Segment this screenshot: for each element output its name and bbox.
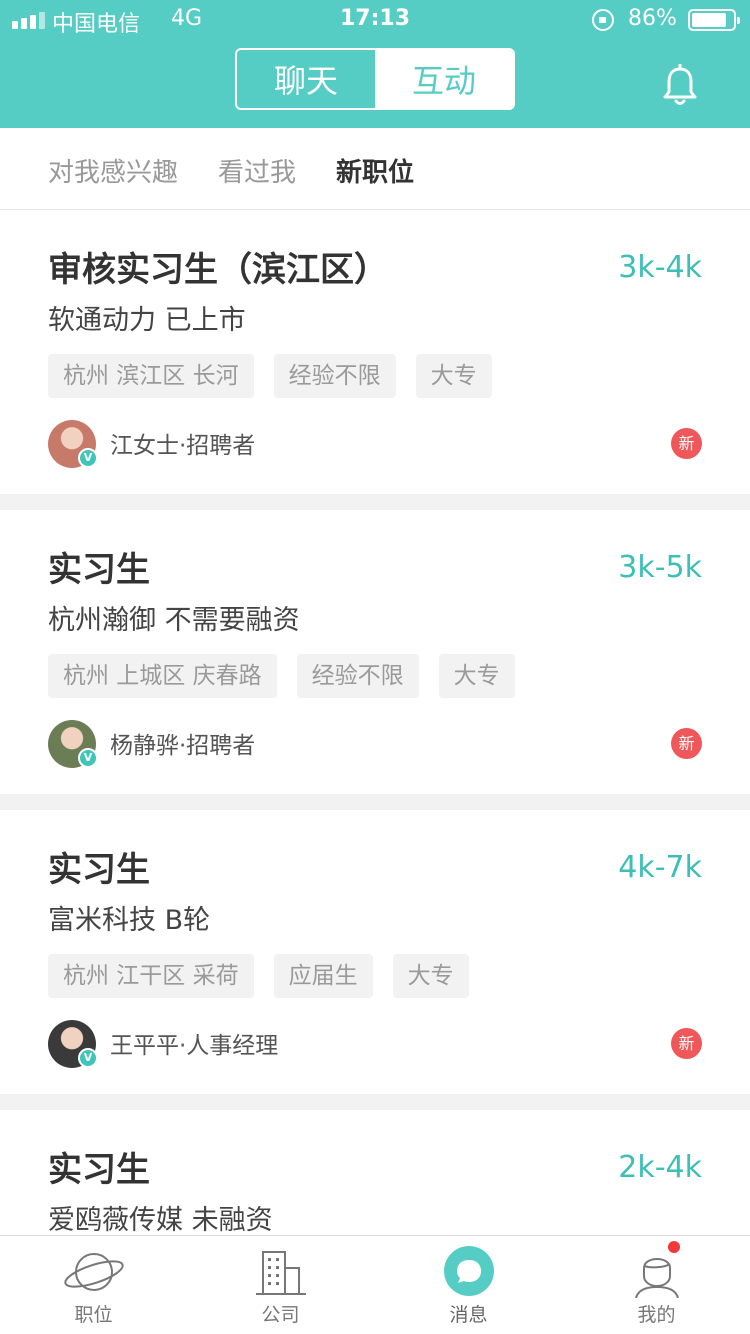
experience-tag: 经验不限	[296, 654, 419, 698]
new-badge: 新	[671, 1028, 702, 1059]
tab-viewed-me[interactable]: 看过我	[218, 152, 296, 189]
job-salary: 4k-7k	[618, 850, 702, 885]
tab-interested-in-me[interactable]: 对我感兴趣	[48, 152, 178, 189]
job-tags: 杭州 江干区 采荷 应届生 大专	[48, 954, 469, 998]
verified-badge: V	[78, 748, 98, 768]
job-card[interactable]: 审核实习生（滨江区） 3k-4k 软通动力 已上市 杭州 滨江区 长河 经验不限…	[0, 210, 750, 494]
recruiter-name: 江女士·招聘者	[110, 433, 256, 459]
company-info: 富米科技 B轮	[48, 905, 211, 936]
job-title: 实习生	[48, 850, 150, 890]
company-info: 杭州瀚御 不需要融资	[48, 605, 300, 636]
education-tag: 大专	[438, 654, 515, 698]
education-tag: 大专	[415, 354, 492, 398]
bottom-nav: 职位 公司 消息 我的	[0, 1235, 750, 1334]
company-info: 爱鸥薇传媒 未融资	[48, 1205, 273, 1235]
job-list: 审核实习生（滨江区） 3k-4k 软通动力 已上市 杭州 滨江区 长河 经验不限…	[0, 210, 750, 1235]
job-tags: 杭州 上城区 庆春路 经验不限 大专	[48, 654, 515, 698]
new-badge: 新	[671, 728, 702, 759]
job-salary: 2k-4k	[618, 1150, 702, 1185]
job-title: 实习生	[48, 1150, 150, 1190]
job-card[interactable]: 实习生 3k-5k 杭州瀚御 不需要融资 杭州 上城区 庆春路 经验不限 大专 …	[0, 510, 750, 794]
top-header: 中国电信 4G 17:13 86% 聊天 互动	[0, 0, 750, 128]
message-bubble-icon	[444, 1246, 494, 1296]
battery-icon	[688, 9, 740, 31]
company-info: 软通动力 已上市	[48, 305, 246, 336]
job-card[interactable]: 实习生 2k-4k 爱鸥薇传媒 未融资	[0, 1110, 750, 1235]
experience-tag: 应届生	[273, 954, 373, 998]
building-icon	[256, 1251, 306, 1295]
nav-label: 我的	[637, 1304, 676, 1326]
job-salary: 3k-5k	[618, 550, 702, 585]
new-badge: 新	[671, 428, 702, 459]
nav-label: 消息	[449, 1304, 488, 1326]
experience-tag: 经验不限	[273, 354, 396, 398]
status-bar: 中国电信 4G 17:13 86%	[0, 0, 750, 40]
recruiter-name: 杨静骅·招聘者	[110, 733, 256, 759]
job-title: 实习生	[48, 550, 150, 590]
nav-label: 公司	[261, 1304, 300, 1326]
nav-profile[interactable]: 我的	[563, 1236, 750, 1334]
chat-interact-switch: 聊天 互动	[235, 48, 515, 110]
job-tags: 杭州 滨江区 长河 经验不限 大专	[48, 354, 492, 398]
tab-interact[interactable]: 互动	[375, 50, 513, 108]
profile-icon	[635, 1258, 679, 1298]
bell-icon[interactable]	[662, 64, 698, 108]
job-title: 审核实习生（滨江区）	[48, 250, 388, 290]
battery-percent: 86%	[628, 6, 677, 31]
education-tag: 大专	[392, 954, 469, 998]
job-card[interactable]: 实习生 4k-7k 富米科技 B轮 杭州 江干区 采荷 应届生 大专 V 王平平…	[0, 810, 750, 1094]
tab-new-jobs[interactable]: 新职位	[336, 152, 414, 189]
notification-dot	[668, 1241, 680, 1253]
nav-label: 职位	[74, 1304, 113, 1326]
job-salary: 3k-4k	[618, 250, 702, 285]
nav-jobs[interactable]: 职位	[0, 1236, 187, 1334]
rotation-lock-icon	[592, 9, 614, 31]
verified-badge: V	[78, 448, 98, 468]
nav-company[interactable]: 公司	[187, 1236, 374, 1334]
planet-icon	[64, 1253, 124, 1291]
recruiter-name: 王平平·人事经理	[110, 1033, 279, 1059]
tab-chat[interactable]: 聊天	[237, 50, 375, 108]
location-tag: 杭州 上城区 庆春路	[48, 654, 277, 698]
nav-messages[interactable]: 消息	[375, 1236, 562, 1334]
location-tag: 杭州 江干区 采荷	[48, 954, 254, 998]
verified-badge: V	[78, 1048, 98, 1068]
sub-tab-bar: 对我感兴趣 看过我 新职位	[0, 128, 750, 210]
location-tag: 杭州 滨江区 长河	[48, 354, 254, 398]
